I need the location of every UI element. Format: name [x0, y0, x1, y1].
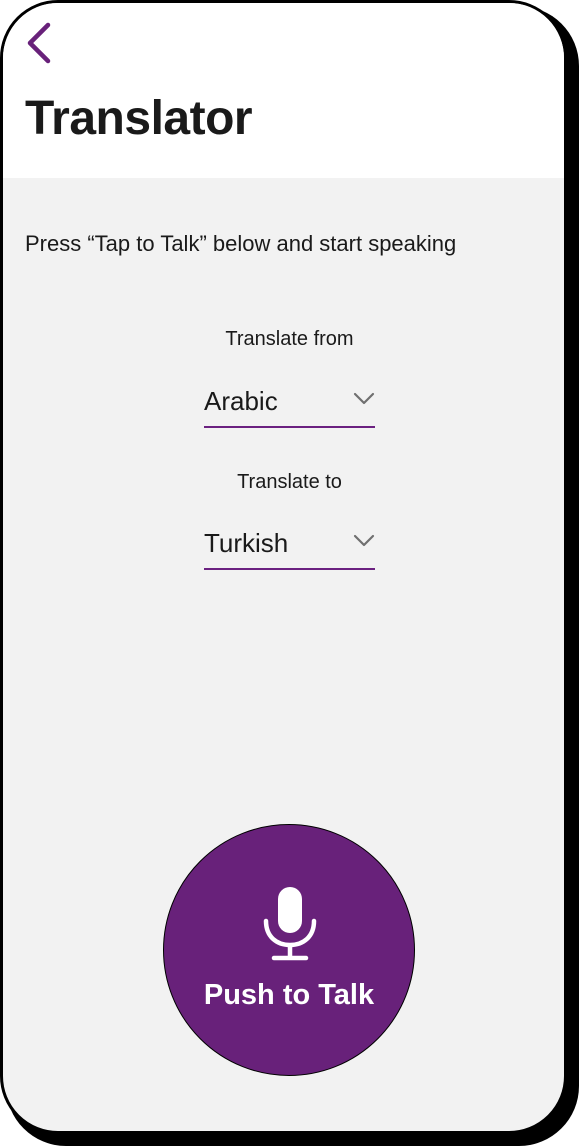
- back-button[interactable]: [17, 17, 61, 69]
- back-chevron-icon: [27, 22, 51, 64]
- instruction-text: Press “Tap to Talk” below and start spea…: [25, 231, 457, 256]
- page-title: Translator: [25, 92, 253, 145]
- push-to-talk-button[interactable]: Push to Talk: [163, 824, 415, 1076]
- microphone-icon: [263, 887, 317, 961]
- translate-to-select[interactable]: Turkish: [204, 522, 375, 570]
- app-header: Translator: [3, 3, 564, 178]
- translate-from-select[interactable]: Arabic: [204, 380, 375, 428]
- translate-to-label: Translate to: [237, 471, 342, 493]
- translate-from-label: Translate from: [225, 328, 354, 350]
- chevron-down-icon: [353, 392, 375, 405]
- chevron-down-icon: [353, 534, 375, 547]
- app-screen: Translator Press “Tap to Talk” below and…: [0, 0, 567, 1134]
- translate-from-value: Arabic: [204, 386, 278, 416]
- translate-to-value: Turkish: [204, 528, 289, 558]
- push-to-talk-label: Push to Talk: [203, 979, 375, 1011]
